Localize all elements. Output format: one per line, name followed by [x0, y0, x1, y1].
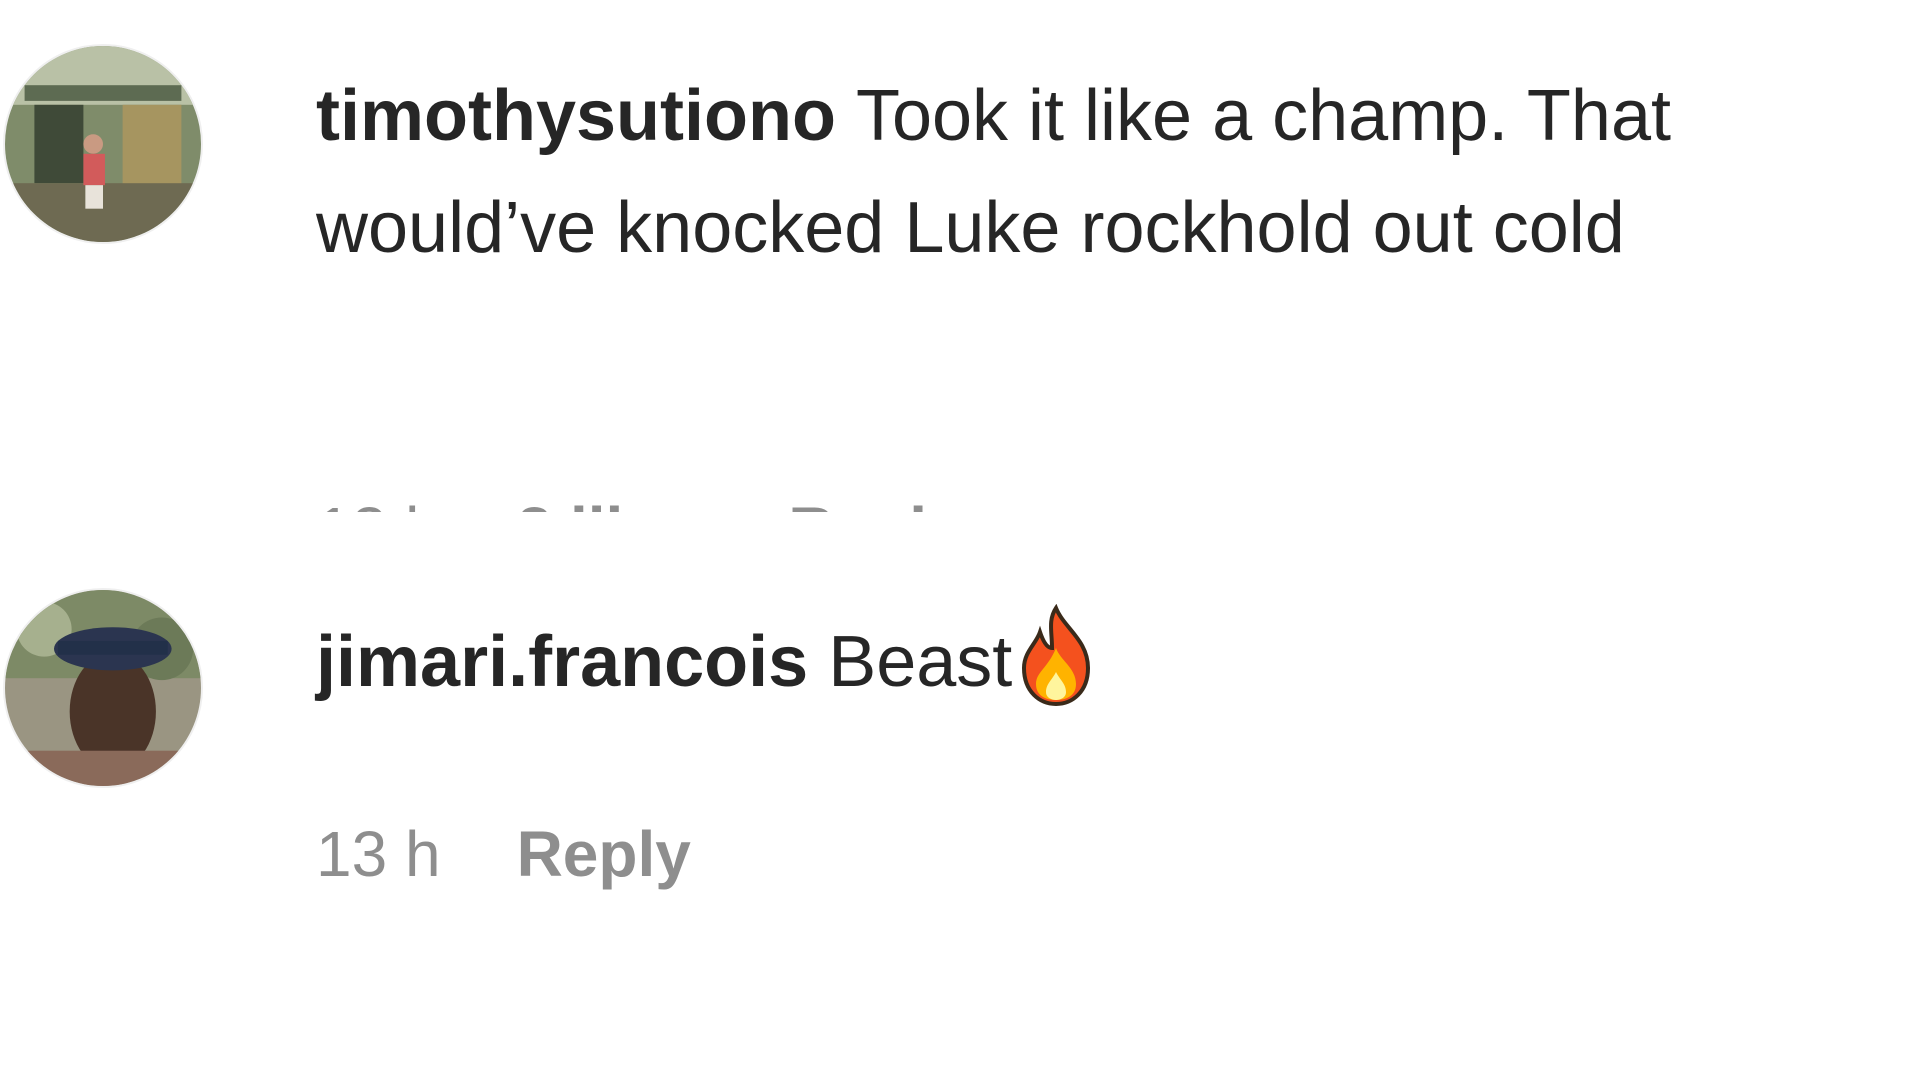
comment-username[interactable]: timothysutiono [316, 76, 836, 156]
avatar-photo [5, 46, 201, 242]
comment-body: timothysutiono Took it like a champ. That… [316, 60, 1776, 284]
comment-text-block: timothysutiono Took it like a champ. That… [316, 60, 1776, 284]
comment-text: Beast [828, 622, 1013, 702]
comment-timestamp[interactable]: 13 h [316, 804, 441, 904]
avatar[interactable] [3, 588, 203, 788]
comment-likes[interactable]: 2 likes [517, 480, 713, 512]
fire-icon [1016, 603, 1096, 708]
reply-button[interactable]: Reply [517, 804, 691, 904]
reply-button[interactable]: Reply [788, 480, 962, 512]
avatar[interactable] [3, 44, 203, 244]
comment-meta: 13 h Reply [316, 804, 691, 904]
avatar-photo [5, 590, 201, 786]
comment-username[interactable]: jimari.francois [316, 622, 808, 702]
comment-timestamp[interactable]: 13 h [316, 480, 441, 512]
comment-body: jimari.francois Beast [316, 603, 1776, 718]
comment-text-block: jimari.francois Beast [316, 603, 1776, 718]
comments-list: timothysutiono Took it like a champ. That… [0, 0, 1920, 1080]
comment-meta: 13 h 2 likes Reply [316, 480, 963, 512]
